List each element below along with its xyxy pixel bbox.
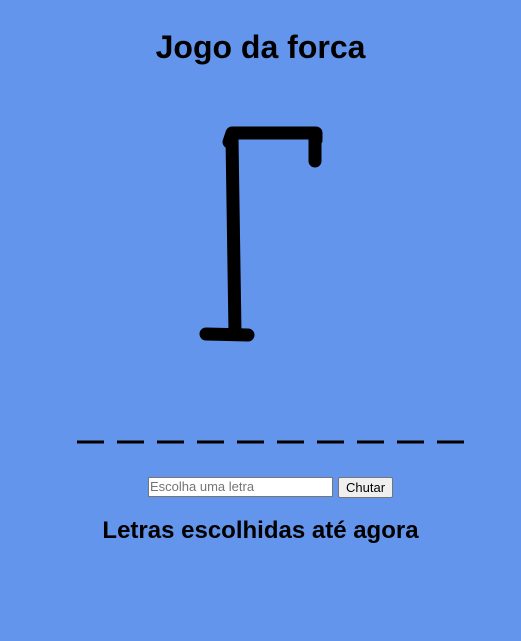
guess-form: Chutar: [148, 476, 394, 498]
guess-button[interactable]: Chutar: [338, 476, 394, 498]
chosen-letters-heading: Letras escolhidas até agora: [102, 517, 419, 544]
letter-input[interactable]: [148, 477, 333, 497]
